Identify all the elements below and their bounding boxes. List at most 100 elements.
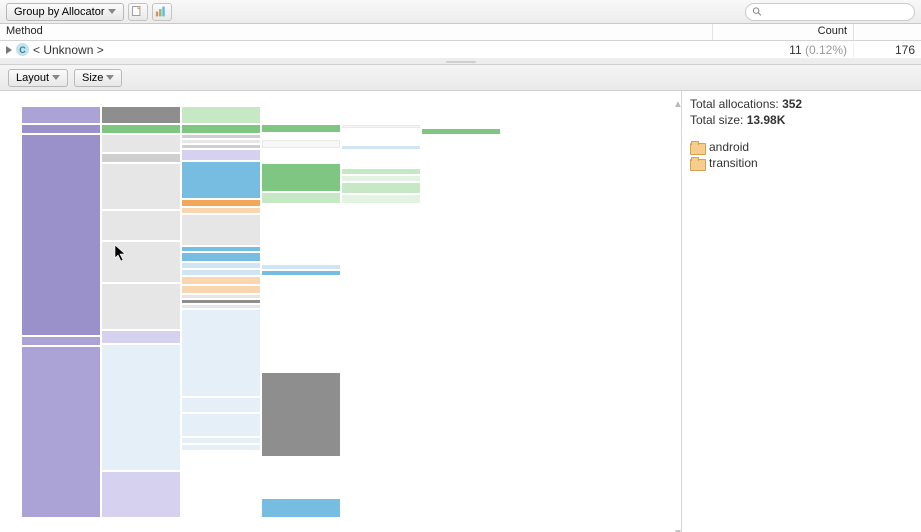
total-alloc-value: 352 bbox=[782, 97, 802, 111]
group-by-button[interactable]: Group by Allocator bbox=[6, 3, 124, 21]
block[interactable] bbox=[182, 150, 260, 160]
count-value: 11 bbox=[789, 43, 801, 57]
block[interactable] bbox=[182, 247, 260, 251]
block bbox=[342, 130, 420, 144]
block[interactable] bbox=[342, 195, 420, 203]
record-button[interactable] bbox=[128, 3, 148, 21]
block[interactable] bbox=[102, 107, 180, 123]
block[interactable] bbox=[422, 129, 500, 134]
layout-button[interactable]: Layout bbox=[8, 69, 68, 87]
column-count[interactable]: Count bbox=[713, 24, 853, 40]
chart-button[interactable] bbox=[152, 3, 172, 21]
block[interactable] bbox=[102, 164, 180, 209]
block[interactable] bbox=[262, 271, 340, 275]
block[interactable] bbox=[342, 176, 420, 181]
tree-item-transition[interactable]: transition bbox=[690, 155, 913, 171]
block[interactable] bbox=[182, 125, 260, 133]
block[interactable] bbox=[182, 140, 260, 143]
block[interactable] bbox=[102, 345, 180, 470]
block[interactable] bbox=[182, 438, 260, 443]
block[interactable] bbox=[182, 310, 260, 396]
block[interactable] bbox=[182, 414, 260, 436]
block bbox=[262, 277, 340, 371]
block[interactable] bbox=[22, 347, 100, 517]
size-label: Size bbox=[82, 72, 103, 84]
block[interactable] bbox=[102, 472, 180, 517]
block[interactable] bbox=[102, 284, 180, 329]
search-box[interactable] bbox=[745, 3, 915, 21]
column-extra[interactable] bbox=[853, 24, 921, 40]
package-icon bbox=[690, 141, 704, 153]
block[interactable] bbox=[102, 135, 180, 153]
block[interactable] bbox=[182, 208, 260, 213]
block[interactable] bbox=[182, 253, 260, 261]
block[interactable] bbox=[182, 270, 260, 275]
block[interactable] bbox=[182, 445, 260, 450]
block[interactable] bbox=[182, 295, 260, 298]
block[interactable] bbox=[182, 215, 260, 245]
block[interactable] bbox=[102, 331, 180, 343]
block[interactable] bbox=[342, 146, 420, 149]
search-input[interactable] bbox=[766, 6, 908, 18]
icicle-chart bbox=[22, 107, 681, 517]
block[interactable] bbox=[182, 277, 260, 284]
block[interactable] bbox=[22, 135, 100, 335]
block[interactable] bbox=[182, 286, 260, 293]
block[interactable] bbox=[182, 305, 260, 308]
total-allocations: Total allocations: 352 bbox=[690, 97, 913, 111]
block[interactable] bbox=[342, 169, 420, 174]
table-row[interactable]: C < Unknown > 11 (0.12%) 176 bbox=[0, 41, 921, 59]
block[interactable] bbox=[22, 337, 100, 345]
record-icon bbox=[131, 5, 144, 18]
block[interactable] bbox=[182, 107, 260, 123]
top-toolbar: Group by Allocator bbox=[0, 0, 921, 24]
block bbox=[342, 151, 420, 167]
cell-method: C < Unknown > bbox=[0, 43, 713, 57]
block[interactable] bbox=[182, 135, 260, 138]
vertical-scrollbar[interactable]: ▲ ▼ bbox=[673, 101, 679, 522]
block[interactable] bbox=[262, 265, 340, 269]
dropdown-icon bbox=[52, 75, 60, 80]
block[interactable] bbox=[22, 125, 100, 133]
block[interactable] bbox=[182, 162, 260, 198]
scroll-track[interactable] bbox=[673, 109, 679, 530]
block[interactable] bbox=[182, 398, 260, 412]
block[interactable] bbox=[182, 263, 260, 268]
block bbox=[342, 107, 420, 123]
block[interactable] bbox=[102, 211, 180, 240]
disclosure-icon[interactable] bbox=[6, 46, 12, 54]
block[interactable] bbox=[262, 164, 340, 191]
tree-item-label: android bbox=[709, 140, 749, 154]
total-alloc-label: Total allocations: bbox=[690, 97, 782, 111]
block[interactable] bbox=[22, 107, 100, 123]
block[interactable] bbox=[262, 125, 340, 133]
block[interactable] bbox=[342, 125, 420, 128]
block bbox=[262, 107, 340, 123]
block[interactable] bbox=[342, 183, 420, 193]
block[interactable] bbox=[102, 154, 180, 162]
search-icon bbox=[752, 6, 763, 18]
block[interactable] bbox=[262, 193, 340, 203]
method-name: < Unknown > bbox=[33, 43, 104, 57]
dropdown-icon bbox=[106, 75, 114, 80]
dropdown-icon bbox=[108, 9, 116, 14]
block bbox=[422, 107, 500, 127]
block[interactable] bbox=[182, 145, 260, 148]
block[interactable] bbox=[262, 373, 340, 457]
block bbox=[262, 458, 340, 497]
block[interactable] bbox=[262, 140, 340, 148]
horizontal-splitter[interactable] bbox=[0, 59, 921, 65]
block[interactable] bbox=[102, 125, 180, 133]
main-area: ▲ ▼ Total allocations: 352 Total size: 1… bbox=[0, 91, 921, 532]
scroll-up-icon[interactable]: ▲ bbox=[673, 101, 679, 109]
block[interactable] bbox=[182, 200, 260, 206]
column-method[interactable]: Method bbox=[0, 24, 713, 40]
tree-item-android[interactable]: android bbox=[690, 139, 913, 155]
block[interactable] bbox=[182, 300, 260, 303]
block[interactable] bbox=[262, 499, 340, 517]
size-button[interactable]: Size bbox=[74, 69, 122, 87]
cell-count: 11 (0.12%) bbox=[713, 43, 853, 57]
sub-toolbar: Layout Size bbox=[0, 65, 921, 91]
mouse-cursor bbox=[114, 244, 128, 265]
visualization-pane[interactable]: ▲ ▼ bbox=[0, 91, 681, 532]
